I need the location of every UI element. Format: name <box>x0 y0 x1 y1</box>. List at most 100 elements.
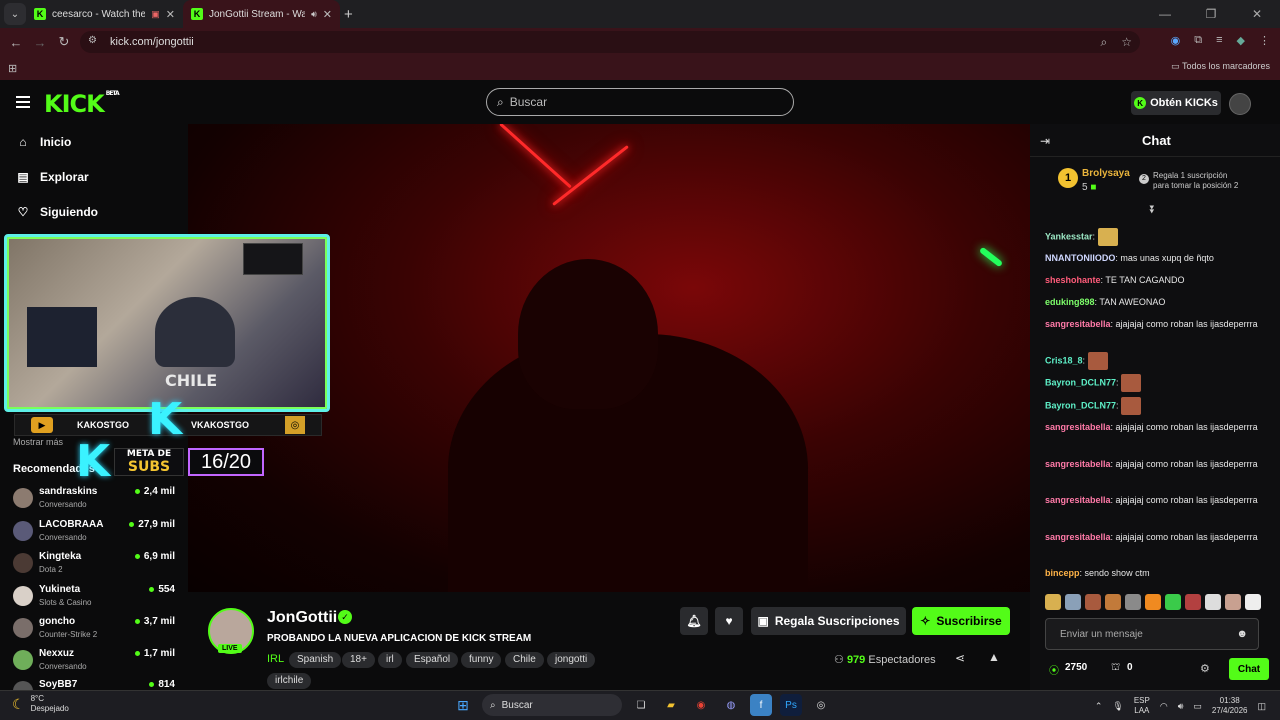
zoom-icon[interactable]: ⌕ <box>1101 35 1108 50</box>
close-tab-icon[interactable]: ✕ <box>323 8 332 21</box>
obs-icon[interactable]: ◎ <box>810 694 832 716</box>
chat-settings-icon[interactable]: ⚙ <box>1200 662 1210 675</box>
user-avatar[interactable] <box>1229 93 1251 115</box>
recommended-channel[interactable]: Nexxuz Conversando 1,7 mil <box>13 646 178 676</box>
start-icon[interactable]: ⊞ <box>452 694 474 716</box>
close-tab-icon[interactable]: ✕ <box>166 8 175 21</box>
chat-username[interactable]: sheshohante <box>1045 275 1101 285</box>
chat-username[interactable]: sangresitabella <box>1045 495 1111 505</box>
site-info-icon[interactable]: ⚙ <box>88 35 102 49</box>
chat-username[interactable]: sangresitabella <box>1045 459 1111 469</box>
weather-widget[interactable]: ☾ 8°C Despejado <box>12 694 69 714</box>
clock[interactable]: 01:38 27/4/2026 <box>1212 696 1248 716</box>
notifications-icon[interactable]: ◫ <box>1257 701 1266 712</box>
chat-input-box[interactable]: ☻ <box>1045 618 1259 650</box>
recommended-channel[interactable]: SoyBB7 814 <box>13 677 178 690</box>
chat-username[interactable]: Cris18_8 <box>1045 355 1083 365</box>
sidebar-item-inicio[interactable]: ⌂ Inicio <box>16 135 71 149</box>
back-icon[interactable]: ← <box>4 35 28 50</box>
emote-icon[interactable] <box>1165 594 1181 610</box>
apps-grid-icon[interactable]: ⊞ <box>8 62 17 75</box>
subscribe-button[interactable]: ✧ Suscribirse <box>912 607 1010 635</box>
chat-username[interactable]: Bayron_DCLN77 <box>1045 400 1116 410</box>
translate-extension-icon[interactable]: ◉ <box>1171 34 1181 47</box>
chat-input[interactable] <box>1060 628 1230 640</box>
tag[interactable]: 18+ <box>342 652 375 668</box>
tag[interactable]: irl <box>378 652 402 668</box>
recommended-channel[interactable]: LACOBRAAA Conversando 27,9 mil <box>13 517 178 547</box>
emote-icon[interactable] <box>1245 594 1261 610</box>
search-input[interactable] <box>509 95 770 109</box>
tag[interactable]: Spanish <box>289 652 342 668</box>
tab-search-button[interactable]: ⌄ <box>4 3 26 25</box>
collapse-chat-icon[interactable]: ⇥ <box>1040 134 1050 148</box>
maximize-icon[interactable]: ❐ <box>1188 0 1234 28</box>
new-tab-button[interactable]: + <box>344 6 353 23</box>
close-window-icon[interactable]: ✕ <box>1234 0 1280 28</box>
reload-icon[interactable]: ↻ <box>52 34 76 50</box>
tag[interactable]: Chile <box>505 652 544 668</box>
emoji-icon[interactable]: ☻ <box>1236 628 1248 640</box>
taskbar-search[interactable]: ⌕ Buscar <box>482 694 622 716</box>
tag[interactable]: jongotti <box>547 652 596 668</box>
recommended-channel[interactable]: Kingteka Dota 2 6,9 mil <box>13 549 178 579</box>
bookmark-star-icon[interactable]: ☆ <box>1121 35 1132 50</box>
chat-username[interactable]: sangresitabella <box>1045 319 1111 329</box>
reading-list-icon[interactable]: ≡ <box>1216 34 1222 47</box>
audio-icon[interactable]: 🔊︎ <box>311 9 317 20</box>
battery-icon[interactable]: ▭ <box>1193 701 1202 712</box>
wifi-icon[interactable]: ◠ <box>1160 701 1168 712</box>
profile-icon[interactable]: ◆ <box>1237 34 1245 47</box>
emote-icon[interactable] <box>1185 594 1201 610</box>
chat-username[interactable]: sangresitabella <box>1045 532 1111 542</box>
tag[interactable]: irlchile <box>267 673 312 689</box>
recommended-channel[interactable]: Yukineta Slots & Casino 554 <box>13 582 178 612</box>
tag[interactable]: Español <box>406 652 459 668</box>
emote-icon[interactable] <box>1065 594 1081 610</box>
emote-icon[interactable] <box>1205 594 1221 610</box>
browser-tab-active[interactable]: K JonGottii Stream - Watch L 🔊︎ ✕ <box>183 0 340 28</box>
emote-icon[interactable] <box>1125 594 1141 610</box>
chat-username[interactable]: NNANTONIIODO <box>1045 253 1115 263</box>
emote-icon[interactable] <box>1105 594 1121 610</box>
url-field[interactable]: ⚙ kick.com/jongottii ⌕ ☆ <box>80 31 1140 53</box>
extensions-icon[interactable]: ⧉ <box>1194 34 1202 47</box>
chat-username[interactable]: Bayron_DCLN77 <box>1045 377 1116 387</box>
stream-category[interactable]: IRL <box>267 653 284 665</box>
chat-username[interactable]: sangresitabella <box>1045 422 1111 432</box>
tag[interactable]: funny <box>461 652 502 668</box>
emote-icon[interactable] <box>1225 594 1241 610</box>
get-kicks-button[interactable]: K Obtén KICKs <box>1131 91 1221 115</box>
photoshop-icon[interactable]: Ps <box>780 694 802 716</box>
app-icon[interactable]: f <box>750 694 772 716</box>
hamburger-menu-icon[interactable] <box>16 96 30 108</box>
gift-subs-button[interactable]: ▣ Regala Suscripciones <box>751 607 906 635</box>
channel-name[interactable]: JonGottii <box>267 609 337 627</box>
browser-menu-icon[interactable]: ⋮ <box>1259 34 1270 47</box>
tray-chevron-icon[interactable]: ⌃ <box>1095 701 1103 712</box>
task-view-icon[interactable]: ❏ <box>630 694 652 716</box>
expand-leaderboard-icon[interactable]: ⏬︎ <box>1150 204 1156 217</box>
file-explorer-icon[interactable]: ▰ <box>660 694 682 716</box>
chat-username[interactable]: bincepp <box>1045 568 1080 578</box>
report-icon[interactable]: ▲ <box>988 650 1000 664</box>
leader-name[interactable]: Brolysaya <box>1082 168 1130 179</box>
kick-logo[interactable]: KICK BETA <box>44 90 120 118</box>
emote-icon[interactable] <box>1085 594 1101 610</box>
share-icon[interactable]: ⋖ <box>955 651 965 665</box>
discord-icon[interactable]: ◍ <box>720 694 742 716</box>
emote-icon[interactable] <box>1145 594 1161 610</box>
volume-icon[interactable]: 🔊︎ <box>1178 701 1184 712</box>
language-indicator[interactable]: ESP LAA <box>1134 696 1150 716</box>
chat-send-button[interactable]: Chat <box>1229 658 1269 680</box>
sidebar-item-explorar[interactable]: ▤ Explorar <box>16 170 88 184</box>
recommended-channel[interactable]: goncho Counter-Strike 2 3,7 mil <box>13 614 178 644</box>
emote-icon[interactable] <box>1045 594 1061 610</box>
microphone-icon[interactable]: 🎙︎ <box>1112 701 1123 712</box>
search-bar[interactable]: ⌕ <box>486 88 794 116</box>
show-more-link[interactable]: Mostrar más <box>13 437 63 447</box>
notification-bell-button[interactable]: 🔔︎ <box>680 607 708 635</box>
all-bookmarks-button[interactable]: ▭ Todos los marcadores <box>1171 61 1270 72</box>
sidebar-item-siguiendo[interactable]: ♡ Siguiendo <box>16 205 98 219</box>
chat-username[interactable]: Yankesstar <box>1045 231 1093 241</box>
